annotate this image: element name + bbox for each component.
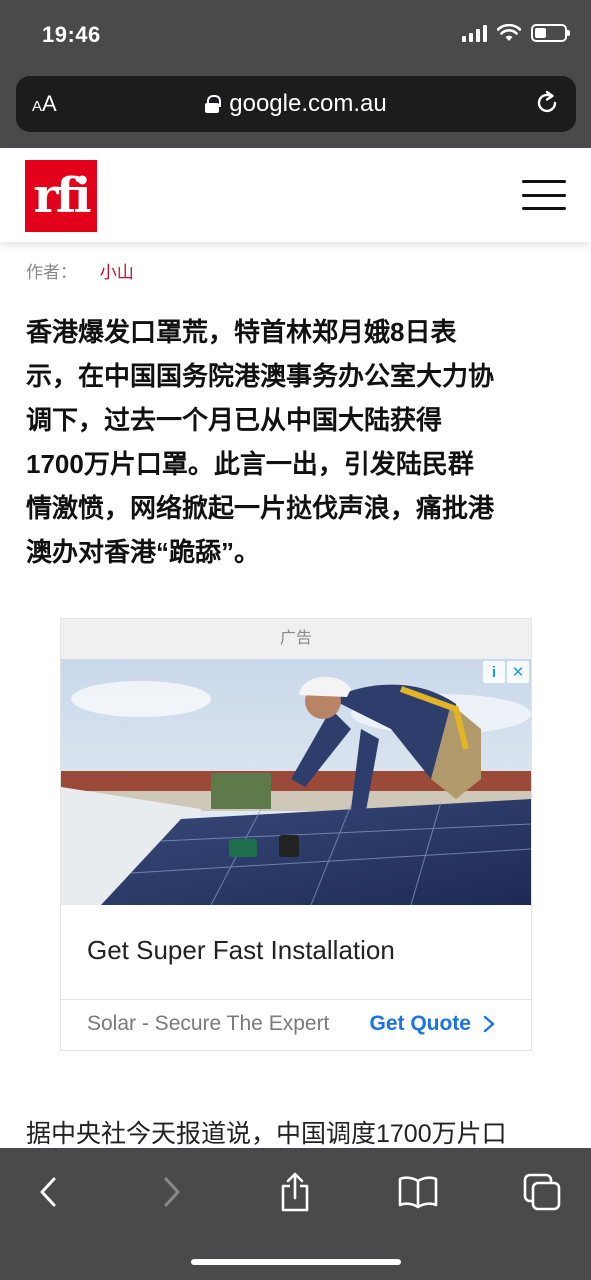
lock-icon — [205, 95, 222, 113]
cellular-signal-icon — [462, 24, 487, 42]
author-link[interactable]: 小山 — [100, 263, 134, 282]
bookmarks-button[interactable] — [398, 1172, 438, 1212]
lead-line: 1700万片口罩。此言一出，引发陆民群 — [26, 449, 474, 479]
share-button[interactable] — [275, 1172, 315, 1212]
ad-image-solar-installer[interactable]: i ✕ — [61, 659, 531, 905]
wifi-icon — [497, 24, 521, 41]
ad-divider — [61, 999, 531, 1000]
battery-icon — [531, 24, 570, 42]
home-indicator[interactable] — [191, 1259, 401, 1265]
ad-info-icon[interactable]: i — [483, 661, 505, 683]
lead-line: 澳办对香港“跪舔”。 — [26, 537, 261, 567]
back-button[interactable] — [28, 1172, 68, 1212]
address-bar[interactable]: AA google.com.au — [16, 76, 576, 132]
back-icon — [40, 1177, 56, 1207]
hamburger-menu-icon[interactable] — [522, 180, 566, 210]
byline-label: 作者： — [26, 263, 77, 282]
bookmarks-icon — [398, 1176, 438, 1209]
article-lead: 香港爆发口罩荒，特首林郑月娥8日表 示，在中国国务院港澳事务办公室大力协 调下，… — [26, 310, 570, 574]
ad-label: 广告 — [61, 619, 531, 659]
ad-photo — [61, 659, 531, 905]
forward-button[interactable] — [152, 1172, 192, 1212]
ad-close-icon[interactable]: ✕ — [507, 661, 529, 683]
get-quote-label: Get Quote — [369, 1012, 471, 1035]
ad-badges: i ✕ — [483, 661, 529, 683]
rfi-logo[interactable]: rfi — [25, 160, 97, 232]
status-icons — [462, 24, 570, 42]
url-display[interactable]: google.com.au — [16, 90, 576, 118]
site-header: rfi — [0, 148, 591, 242]
ad-source: Solar - Secure The Expert — [87, 1012, 330, 1035]
lead-line: 情激愤，网络掀起一片挞伐声浪，痛批港 — [26, 493, 495, 523]
tabs-button[interactable] — [522, 1172, 562, 1212]
byline: 作者： 小山 — [26, 258, 134, 283]
ad-title[interactable]: Get Super Fast Installation — [87, 935, 395, 966]
forward-icon — [164, 1177, 180, 1207]
get-quote-button[interactable]: Get Quote — [369, 1012, 495, 1036]
reload-icon[interactable] — [534, 90, 560, 116]
status-time: 19:46 — [42, 22, 101, 47]
browser-top-chrome: 19:46 AA google.com.au — [0, 0, 591, 148]
lead-line: 香港爆发口罩荒，特首林郑月娥8日表 — [26, 317, 457, 347]
share-icon — [281, 1172, 309, 1212]
lead-line: 示，在中国国务院港澳事务办公室大力协 — [26, 361, 495, 391]
advertisement[interactable]: 广告 i ✕ Get Super Fast Installation Solar… — [60, 618, 532, 1051]
tabs-icon — [523, 1173, 561, 1211]
url-text: google.com.au — [229, 90, 387, 117]
chevron-right-icon — [483, 1015, 495, 1033]
lead-line: 调下，过去一个月已从中国大陆获得 — [26, 405, 443, 435]
